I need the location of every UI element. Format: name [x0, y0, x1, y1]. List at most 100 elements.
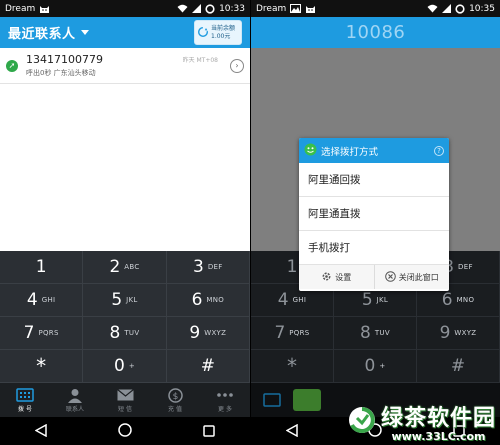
- key-letters: JKL: [376, 296, 389, 304]
- tab-label: 联系人: [65, 406, 84, 413]
- watermark: 绿茶软件园 www.33LC.com: [347, 400, 496, 443]
- dialpad-key-0: 0 +: [334, 350, 417, 383]
- key-digit: 8: [360, 323, 371, 343]
- close-window-button[interactable]: 关闭此窗口: [373, 265, 450, 289]
- key-digit: 8: [109, 323, 121, 343]
- cat-icon: [39, 4, 50, 14]
- key-letters: PQRS: [289, 329, 310, 337]
- dialpad-key-star: *: [251, 350, 334, 383]
- status-time: 10:33: [219, 3, 245, 14]
- close-icon: [384, 270, 396, 284]
- dialpad-key-6[interactable]: 6 MNO: [166, 284, 250, 317]
- outgoing-call-icon: ➚: [6, 59, 18, 72]
- recent-contacts-title[interactable]: 最近联系人: [8, 23, 76, 42]
- bottom-tab-bar: 拨 号 联系人 短 信 $ 充 值 更 多: [0, 383, 250, 417]
- settings-label: 设置: [335, 272, 352, 282]
- key-letters: TUV: [124, 329, 140, 337]
- dialpad-key-0[interactable]: 0 +: [83, 350, 167, 383]
- key-digit: #: [450, 356, 466, 376]
- left-phone-screen: Dream 10:33 最近联系人 当前余额 1.00元 ➚ 134171007…: [0, 0, 250, 445]
- list-item[interactable]: ➚ 13417100779 呼出0秒 广东汕头移动 昨天 MT+08 ›: [0, 48, 250, 84]
- dialpad-key-7[interactable]: 7 PQRS: [0, 317, 84, 350]
- key-letters: WXYZ: [204, 329, 227, 337]
- recent-calls-list: ➚ 13417100779 呼出0秒 广东汕头移动 昨天 MT+08 ›: [0, 48, 250, 251]
- more-icon: [217, 387, 233, 403]
- back-icon[interactable]: [285, 422, 298, 441]
- tab-dial[interactable]: 拨 号: [0, 383, 50, 417]
- signal-icon: [192, 4, 202, 13]
- key-letters: GHI: [41, 296, 56, 304]
- contact-icon: [68, 387, 82, 403]
- watermark-logo-icon: [347, 405, 377, 439]
- battery-ring-icon: [455, 3, 465, 14]
- dialpad-key-9: 9 WXYZ: [417, 317, 500, 350]
- dialpad-key-7: 7 PQRS: [251, 317, 334, 350]
- key-digit: 5: [361, 290, 373, 310]
- recents-icon[interactable]: [202, 422, 215, 441]
- key-digit: *: [36, 354, 47, 378]
- option-aliton-direct[interactable]: 阿里通直拨: [299, 197, 449, 231]
- key-digit: 4: [26, 290, 38, 310]
- dialed-number-bar: 10086: [251, 17, 500, 48]
- key-letters: GHI: [292, 296, 307, 304]
- option-phone-call[interactable]: 手机拨打: [299, 231, 449, 265]
- back-icon[interactable]: [34, 422, 48, 441]
- key-letters: MNO: [456, 296, 475, 304]
- dialpad-key-1[interactable]: 1: [0, 251, 84, 284]
- status-bar: Dream 10:35: [251, 0, 500, 17]
- dialpad: 1 2 ABC 3 DEF 4 GHI 5 JKL 6 MNO 7 PQRS 8 TUV 9 WXYZ * 0 + #: [0, 251, 250, 383]
- dialpad-key-3[interactable]: 3 DEF: [166, 251, 250, 284]
- image-icon: [290, 3, 302, 14]
- call-button: [293, 389, 321, 411]
- tab-messages[interactable]: 短 信: [100, 383, 150, 417]
- dialpad-key-5[interactable]: 5 JKL: [83, 284, 167, 317]
- key-digit: 9: [439, 323, 451, 343]
- chevron-down-icon[interactable]: [80, 30, 89, 35]
- chevron-right-icon[interactable]: ›: [230, 58, 244, 73]
- key-letters: MNO: [206, 296, 225, 304]
- key-digit: #: [200, 356, 215, 376]
- android-nav-bar: [0, 417, 250, 445]
- tab-label: 充 值: [168, 406, 182, 413]
- key-digit: 2: [109, 257, 121, 277]
- key-letters: WXYZ: [454, 329, 477, 337]
- call-time: 昨天 MT+08: [182, 57, 218, 64]
- tab-contacts[interactable]: 联系人: [50, 383, 100, 417]
- status-bar: Dream 10:33: [0, 0, 250, 17]
- dialpad-key-star[interactable]: *: [0, 350, 84, 383]
- dialpad-icon: [16, 387, 34, 403]
- key-letters: TUV: [374, 329, 390, 337]
- right-phone-screen: Dream 10:35 10086 12ABC3DEF4GHI5JKL6MNO7…: [250, 0, 500, 445]
- watermark-url: www.33LC.com: [391, 430, 486, 443]
- recharge-icon: $: [167, 387, 183, 403]
- message-icon: [116, 387, 134, 403]
- home-icon[interactable]: [118, 422, 132, 441]
- tab-recharge[interactable]: $ 充 值: [150, 383, 200, 417]
- key-letters: ABC: [124, 263, 140, 271]
- dialpad-icon: [257, 390, 287, 410]
- gear-icon: [321, 271, 332, 284]
- dialed-number: 10086: [345, 22, 406, 43]
- dialog-title: 选择拨打方式: [321, 146, 379, 158]
- balance-button[interactable]: 当前余额 1.00元: [194, 20, 242, 45]
- dialpad-key-9[interactable]: 9 WXYZ: [166, 317, 250, 350]
- dialpad-key-8[interactable]: 8 TUV: [83, 317, 167, 350]
- tab-label: 更 多: [218, 406, 232, 413]
- key-digit: 0: [364, 356, 376, 376]
- settings-button[interactable]: 设置: [299, 265, 374, 289]
- status-time: 10:35: [469, 3, 495, 14]
- dialpad-key-2[interactable]: 2 ABC: [83, 251, 167, 284]
- carrier-label: Dream: [256, 3, 287, 14]
- call-detail: 呼出0秒 广东汕头移动: [26, 69, 96, 77]
- dialpad-key-4[interactable]: 4 GHI: [0, 284, 84, 317]
- option-aliton-callback[interactable]: 阿里通回拨: [299, 163, 449, 197]
- balance-value: 1.00元: [211, 32, 231, 40]
- help-icon[interactable]: ?: [434, 145, 444, 156]
- key-digit: 6: [191, 290, 203, 310]
- key-letters: DEF: [207, 263, 223, 271]
- dialpad-key-hash[interactable]: #: [166, 350, 250, 383]
- tab-more[interactable]: 更 多: [200, 383, 250, 417]
- key-letters: DEF: [458, 263, 473, 271]
- wifi-icon: [177, 4, 188, 13]
- key-digit: 5: [111, 290, 123, 310]
